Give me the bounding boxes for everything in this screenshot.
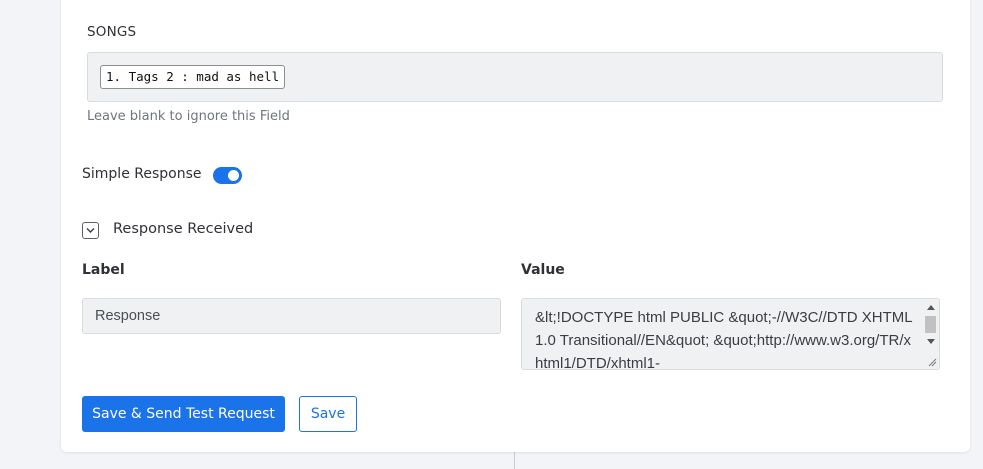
save-and-send-test-button[interactable]: Save & Send Test Request — [82, 396, 285, 432]
response-label-field[interactable]: Response — [82, 298, 501, 334]
response-received-title: Response Received — [113, 221, 254, 237]
value-column-header: Value — [521, 262, 565, 278]
response-collapse-button[interactable] — [82, 222, 99, 239]
scroll-thumb[interactable] — [925, 316, 936, 333]
toggle-knob — [228, 170, 239, 181]
simple-response-label: Simple Response — [82, 166, 202, 182]
value-scrollbar[interactable] — [922, 299, 939, 351]
save-button[interactable]: Save — [299, 396, 357, 432]
songs-tag-chip[interactable]: 1. Tags 2 : mad as hell — [100, 65, 286, 89]
response-value-textarea[interactable]: &lt;!DOCTYPE html PUBLIC &quot;-//W3C//D… — [521, 298, 940, 370]
simple-response-toggle[interactable] — [213, 167, 242, 184]
resize-grip-icon[interactable] — [927, 357, 937, 367]
scroll-up-arrow-icon[interactable] — [927, 305, 935, 310]
songs-field-label: SONGS — [87, 24, 137, 40]
label-column-header: Label — [82, 262, 125, 278]
scroll-down-arrow-icon[interactable] — [927, 339, 935, 344]
songs-help-text: Leave blank to ignore this Field — [87, 109, 290, 124]
response-value-text: &lt;!DOCTYPE html PUBLIC &quot;-//W3C//D… — [535, 309, 913, 370]
chevron-down-icon — [86, 228, 95, 233]
